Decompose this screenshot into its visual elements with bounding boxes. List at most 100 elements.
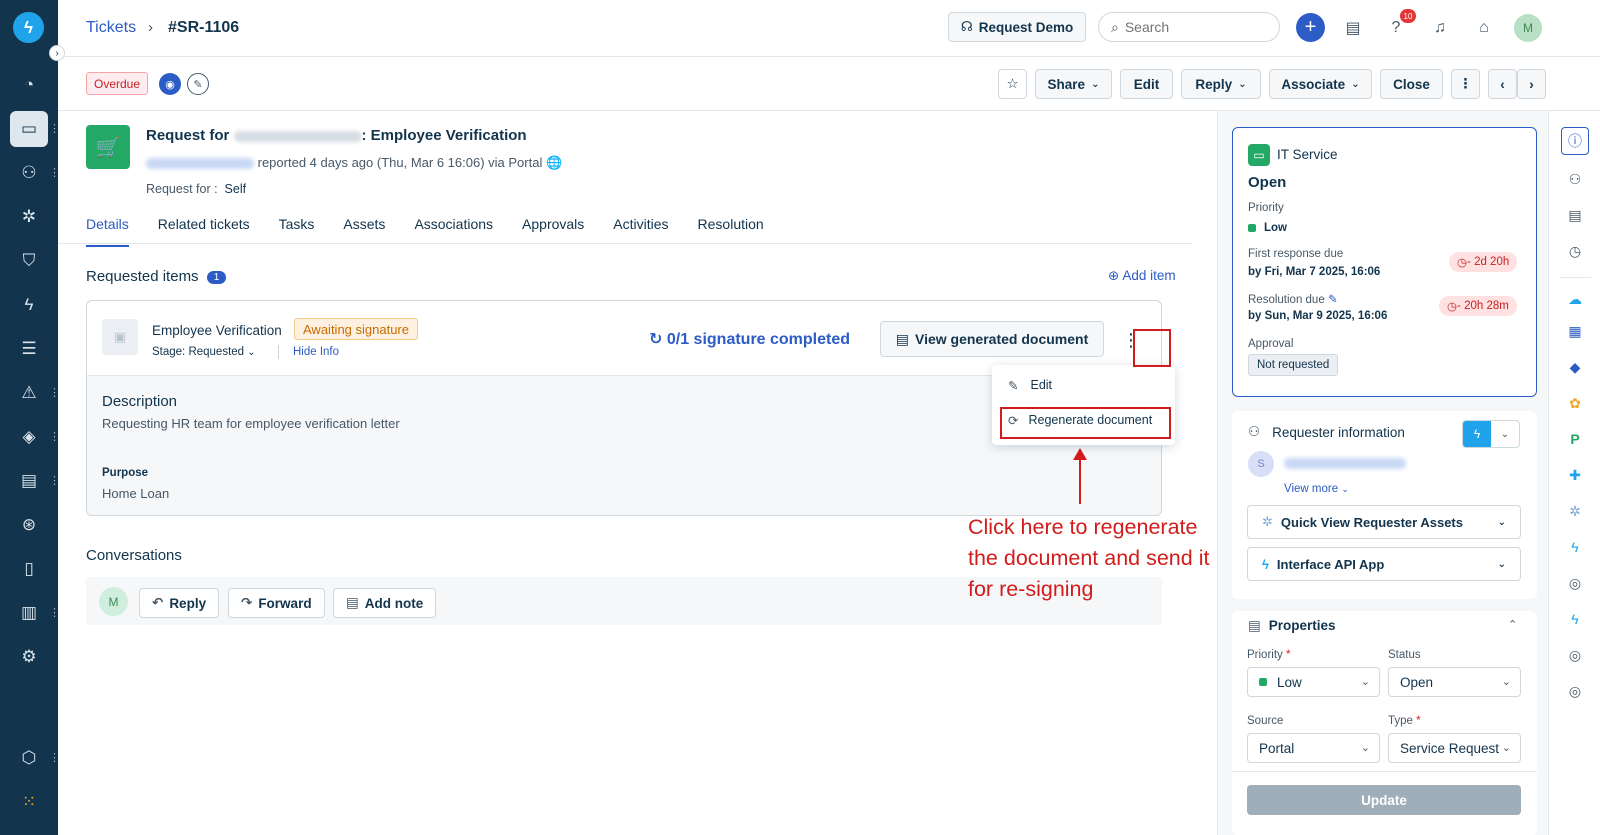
resolution-overdue-pill: ◷ - 20h 28m [1439, 296, 1517, 316]
reply-button[interactable]: Reply ⌄ [1181, 69, 1261, 99]
cloud-app-icon[interactable]: ☁ [1563, 287, 1587, 311]
properties-source-label: Source [1247, 715, 1284, 727]
new-item-plus-button[interactable]: + [1296, 13, 1325, 42]
favorite-star-button[interactable]: ☆ [998, 69, 1027, 99]
checklist-icon[interactable]: ☰ [10, 331, 48, 367]
user-avatar[interactable]: M [1514, 14, 1542, 42]
assets-app-icon: ✲ [1262, 514, 1273, 529]
resolution-label: Resolution due ✎ [1248, 294, 1338, 306]
tab-assets[interactable]: Assets [343, 205, 385, 245]
search-icon: ⌕ [1111, 18, 1119, 35]
notes-icon[interactable]: ▤ [1563, 203, 1587, 227]
requester-header: ⚇ Requester information [1248, 424, 1405, 440]
tab-resolution[interactable]: Resolution [698, 205, 764, 245]
tab-related-tickets[interactable]: Related tickets [158, 205, 250, 245]
menu-edit-item[interactable]: ✎ Edit [1008, 378, 1052, 393]
freshservice-logo-icon[interactable]: ϟ [13, 12, 44, 43]
tab-activities[interactable]: Activities [613, 205, 668, 245]
dashboard-icon[interactable]: ◔ [10, 67, 48, 103]
requested-items-count: 1 [206, 270, 227, 284]
chevron-down-icon: ⌄ [1360, 742, 1370, 754]
stage-dropdown[interactable]: Stage: Requested ⌄ [152, 346, 256, 358]
source-select[interactable]: Portal ⌄ [1247, 733, 1380, 763]
alert-triangle-icon[interactable]: ⚠ [10, 375, 48, 411]
add-note-button[interactable]: ▤ Add note [333, 588, 437, 618]
share-button[interactable]: Share ⌄ [1035, 69, 1112, 99]
assets-icon[interactable]: ▤ [10, 463, 48, 499]
resolution-value: by Sun, Mar 9 2025, 16:06 [1248, 310, 1388, 322]
apps-grid-icon[interactable]: ⁙ [10, 784, 48, 820]
edit-pencil-icon[interactable]: ✎ [187, 73, 209, 95]
tab-approvals[interactable]: Approvals [522, 205, 584, 245]
sidebar-collapse-chevron-icon[interactable]: › [49, 45, 65, 61]
requester-app-switch[interactable]: ϟ ⌄ [1462, 420, 1520, 448]
add-item-link[interactable]: ⊕ Add item [1108, 268, 1176, 284]
problems-bug-icon[interactable]: ✲ [10, 199, 48, 235]
note-icon: ▤ [346, 595, 359, 610]
blurred-requester-link[interactable] [146, 158, 254, 170]
book-icon[interactable]: ▯ [10, 551, 48, 587]
awaiting-signature-badge: Awaiting signature [294, 318, 418, 340]
quick-view-assets-dropdown[interactable]: ✲ Quick View Requester Assets ⌄ [1247, 505, 1521, 539]
person-icon[interactable]: ⚇ [1563, 167, 1587, 191]
document-icon: ▤ [895, 330, 909, 347]
signature-progress: ↻ 0/1 signature completed [649, 331, 851, 348]
interface-api-app-dropdown[interactable]: ϟ Interface API App ⌄ [1247, 547, 1521, 581]
view-generated-document-button[interactable]: ▤ View generated document [880, 321, 1104, 357]
search-input[interactable] [1124, 19, 1255, 35]
settings-gear-icon[interactable]: ⚙ [10, 639, 48, 675]
reports-icon[interactable]: ▥ [10, 595, 48, 631]
ring-app-icon[interactable]: ◎ [1563, 643, 1587, 667]
search-box[interactable]: ⌕ [1098, 12, 1280, 42]
tab-details[interactable]: Details [86, 205, 129, 247]
shield-icon[interactable]: ⛉ [10, 243, 48, 279]
next-ticket-button[interactable]: › [1517, 69, 1546, 99]
clock-icon[interactable]: ◷ [1563, 239, 1587, 263]
ring-app-icon[interactable]: ◎ [1563, 571, 1587, 595]
ring-app-icon[interactable]: ◎ [1563, 679, 1587, 703]
request-demo-button[interactable]: ☊ Request Demo [948, 12, 1086, 42]
info-icon[interactable]: ⓘ [1561, 127, 1589, 155]
tickets-icon[interactable]: ▭ [10, 111, 48, 147]
diamond-app-icon[interactable]: ◆ [1563, 355, 1587, 379]
users-icon[interactable]: ⚇ [10, 155, 48, 191]
associate-button[interactable]: Associate ⌄ [1269, 69, 1372, 99]
more-actions-button[interactable]: ⋮ [1451, 69, 1480, 99]
right-panel: ▭ IT Service Open Priority Low First res… [1217, 111, 1548, 835]
store-icon[interactable]: ⌂ [1470, 14, 1498, 42]
view-more-link[interactable]: View more ⌄ [1284, 483, 1349, 495]
calendar-app-icon[interactable]: ▦ [1563, 319, 1587, 343]
ticket-title: Request for : Employee Verification [146, 127, 527, 144]
bolt-app-icon[interactable]: ϟ [1563, 535, 1587, 559]
tab-associations[interactable]: Associations [414, 205, 493, 245]
blurred-requester-name[interactable] [1284, 458, 1406, 469]
flower-app-icon[interactable]: ✿ [1563, 391, 1587, 415]
plus-app-icon[interactable]: ✚ [1563, 463, 1587, 487]
assets-app-icon[interactable]: ✲ [1563, 499, 1587, 523]
type-select[interactable]: Service Request ⌄ [1388, 733, 1521, 763]
bell-icon[interactable]: ♫ [1426, 14, 1454, 42]
breadcrumb-tickets[interactable]: Tickets [86, 19, 136, 37]
p-app-icon[interactable]: P [1563, 427, 1587, 451]
status-select[interactable]: Open ⌄ [1388, 667, 1521, 697]
tab-tasks[interactable]: Tasks [279, 205, 315, 245]
bolt-app-icon[interactable]: ϟ [1563, 607, 1587, 631]
purpose-value: Home Loan [102, 486, 170, 501]
contact-card-icon[interactable]: ▤ [1339, 14, 1367, 42]
properties-header: ▤ Properties [1248, 618, 1336, 633]
close-button[interactable]: Close [1380, 69, 1443, 99]
priority-select[interactable]: Low ⌄ [1247, 667, 1380, 697]
cube-icon[interactable]: ⬡ [10, 740, 48, 776]
forward-button[interactable]: ↷ Forward [228, 588, 325, 618]
edit-pencil-icon[interactable]: ✎ [1328, 294, 1338, 306]
changes-bolt-icon[interactable]: ϟ [10, 287, 48, 323]
layers-icon[interactable]: ◈ [10, 419, 48, 455]
watch-eye-icon[interactable]: ◉ [159, 73, 181, 95]
support-icon[interactable]: ⊛ [10, 507, 48, 543]
previous-ticket-button[interactable]: ‹ [1488, 69, 1517, 99]
edit-button[interactable]: Edit [1120, 69, 1173, 99]
reply-conversation-button[interactable]: ↶ Reply [139, 588, 220, 618]
hide-info-link[interactable]: Hide Info [293, 346, 339, 358]
update-button[interactable]: Update [1247, 785, 1521, 815]
chevron-up-icon[interactable]: ⌃ [1508, 618, 1517, 631]
